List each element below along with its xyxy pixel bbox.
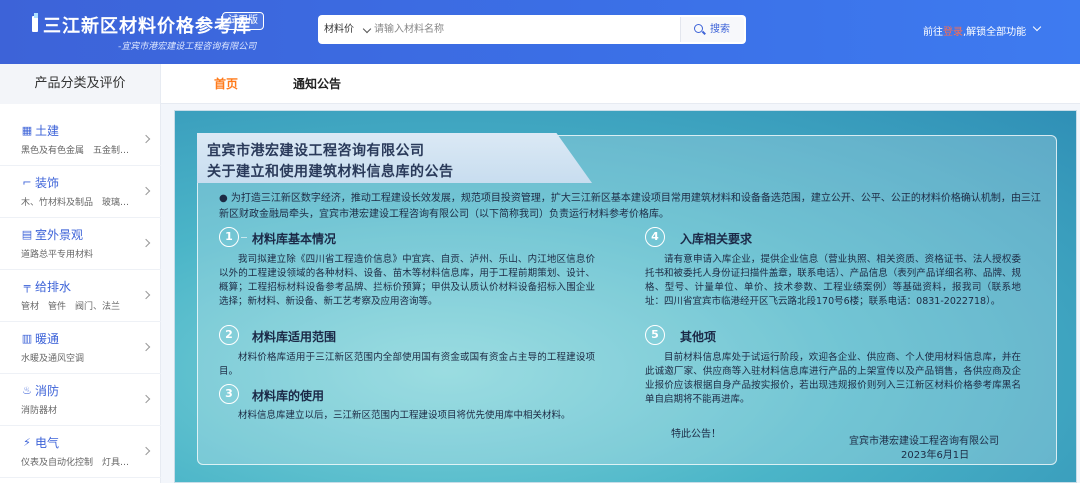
sidebar-item-landscape[interactable]: ▤ 室外景观 道路总平专用材料 (0, 218, 161, 270)
chevron-down-icon (362, 24, 372, 34)
notice-intro: ● 为打造三江新区数字经济，推动工程建设长效发展，规范项目投资管理，扩大三江新区… (219, 193, 1041, 220)
sidebar-item-label: 装饰 (35, 176, 60, 190)
sidebar-item-desc: 水暖及通风空调 (21, 354, 85, 364)
sidebar-item-label: 消防 (35, 384, 60, 398)
notice-banner[interactable]: 宜宾市港宏建设工程咨询有限公司 关于建立和使用建筑材料信息库的公告 ● 为打造三… (174, 110, 1077, 483)
chevron-down-icon[interactable] (1032, 22, 1042, 32)
section-text: 请有意申请入库企业，提供企业信息（营业执照、相关资质、资格证书、法人授权委托书和… (645, 254, 1021, 307)
chevron-right-icon (141, 186, 151, 196)
section-number: 2 (219, 325, 239, 345)
tab-home[interactable]: 首页 (214, 64, 238, 104)
sidebar-item-hvac[interactable]: ▥ 暖通 水暖及通风空调 (0, 322, 161, 374)
chevron-right-icon (141, 342, 151, 352)
site-subtitle: -宜宾市港宏建设工程咨询有限公司 (118, 42, 257, 52)
brush-icon: ⌐ (22, 176, 32, 189)
chevron-right-icon (141, 238, 151, 248)
search-category-select[interactable]: 材料价 (324, 15, 354, 44)
section-divider (241, 237, 247, 238)
sidebar-item-label: 室外景观 (35, 228, 84, 242)
section-text: 材料信息库建立以后，三江新区范围内工程建设项目将优先使用库中相关材料。 (238, 410, 571, 421)
search-button-label: 搜索 (710, 24, 730, 35)
electric-icon: ⚡ (23, 436, 31, 449)
section-number: 3 (219, 384, 239, 404)
search-box: 材料价 搜索 (318, 15, 746, 44)
chevron-right-icon (141, 134, 151, 144)
section-text: 我司拟建立除《四川省工程造价信息》中宜宾、自贡、泸州、乐山、内江地区信息价以外的… (219, 254, 595, 307)
search-button[interactable]: 搜索 (680, 17, 744, 42)
notice-date: 2023年6月1日 (901, 450, 970, 461)
sidebar-item-desc: 管材 管件 阀门、法兰 (21, 302, 121, 312)
sidebar-item-desc: 道路总平专用材料 (21, 250, 94, 260)
notice-title-line2: 关于建立和使用建筑材料信息库的公告 (207, 164, 454, 180)
sidebar-item-plumbing[interactable]: ╤ 给排水 管材 管件 阀门、法兰 (0, 270, 161, 322)
site-title[interactable]: 三江新区材料价格参考库 (43, 12, 252, 38)
fire-icon: ♨ (22, 384, 32, 397)
section-number: 5 (645, 325, 665, 345)
section-title: 材料库适用范围 (252, 330, 337, 344)
category-title: 产品分类及评价 (0, 64, 161, 104)
section-text: 目前材料信息库处于试运行阶段，欢迎各企业、供应商、个人使用材料信息库，并在此诚邀… (645, 352, 1021, 405)
login-suffix: ,解锁全部功能 (963, 27, 1027, 38)
sidebar-item-label: 土建 (35, 124, 60, 138)
sidebar-item-label: 暖通 (35, 332, 60, 346)
notice-closing: 特此公告！ (671, 429, 721, 440)
notice-title-line1: 宜宾市港宏建设工程咨询有限公司 (207, 143, 425, 159)
search-icon (694, 24, 703, 33)
section-title: 其他项 (680, 330, 717, 344)
building-icon: ▦ (21, 124, 33, 137)
sidebar-item-desc: 黑色及有色金属 五金制品 … (21, 146, 136, 156)
sidebar-item-civil[interactable]: ▦ 土建 黑色及有色金属 五金制品 … (0, 114, 161, 166)
chevron-right-icon (141, 446, 151, 456)
heating-icon: ▥ (21, 332, 33, 345)
section-title: 材料库基本情况 (252, 232, 337, 246)
trial-badge: 试用版 (222, 12, 264, 30)
sidebar-item-electric[interactable]: ⚡ 电气 仪表及自动化控制 灯具、… (0, 426, 161, 478)
tab-notices[interactable]: 通知公告 (293, 64, 341, 104)
section-text: 材料价格库适用于三江新区范围内全部使用国有资金或国有资金占主导的工程建设项目。 (219, 352, 595, 377)
section-number: 4 (645, 227, 665, 247)
nav-bar: 产品分类及评价 首页 通知公告 (0, 64, 1080, 104)
notice-signer: 宜宾市港宏建设工程咨询有限公司 (849, 436, 999, 447)
section-title: 入库相关要求 (680, 232, 753, 246)
sidebar-item-desc: 消防器材 (21, 406, 58, 416)
sidebar-item-decoration[interactable]: ⌐ 装饰 木、竹材料及制品 玻璃及… (0, 166, 161, 218)
sidebar-item-desc: 木、竹材料及制品 玻璃及… (21, 198, 136, 208)
pipe-icon: ╤ (23, 280, 31, 293)
sidebar-item-fire[interactable]: ♨ 消防 消防器材 (0, 374, 161, 426)
sidebar-item-label: 电气 (35, 436, 60, 450)
section-title: 材料库的使用 (252, 389, 325, 403)
search-input[interactable] (374, 19, 674, 40)
login-prefix: 前往 (923, 27, 943, 38)
sidebar-item-desc: 仪表及自动化控制 灯具、… (21, 458, 136, 468)
category-sidebar: ▦ 土建 黑色及有色金属 五金制品 … ⌐ 装饰 木、竹材料及制品 玻璃及… ▤… (0, 104, 161, 483)
sidebar-item-label: 给排水 (35, 280, 72, 294)
top-header: 三江新区材料价格参考库 试用版 -宜宾市港宏建设工程咨询有限公司 材料价 搜索 … (0, 0, 1080, 64)
logo-icon (32, 13, 38, 32)
chevron-right-icon (141, 290, 151, 300)
login-link[interactable]: 登录 (943, 27, 963, 38)
chevron-right-icon (141, 394, 151, 404)
landscape-icon: ▤ (21, 228, 33, 241)
section-number: 1 (219, 227, 239, 247)
login-hint: 前往登录,解锁全部功能 (923, 23, 1026, 38)
